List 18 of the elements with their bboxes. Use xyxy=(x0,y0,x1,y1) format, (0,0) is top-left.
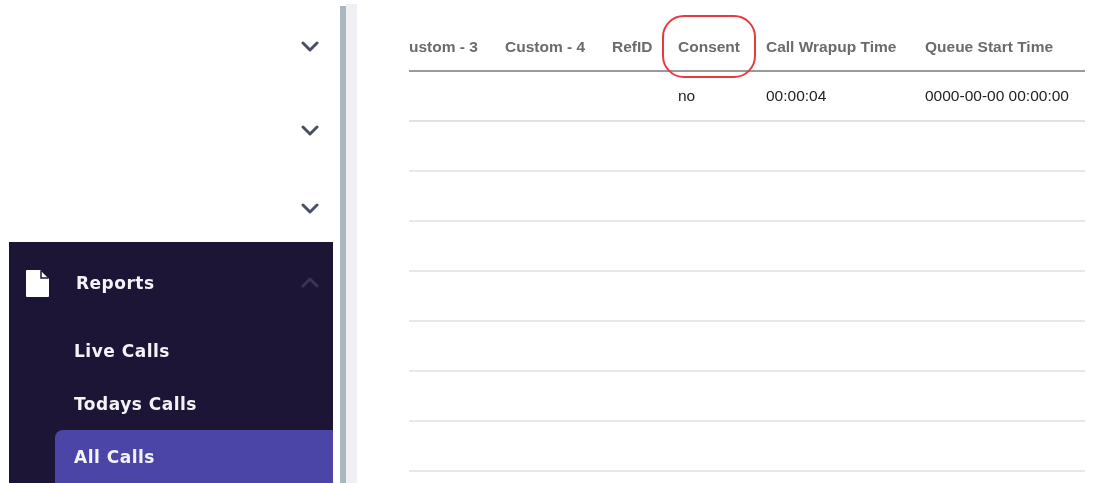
table-cell: 00:00:04 xyxy=(766,87,827,105)
column-header: Consent xyxy=(678,24,766,72)
document-icon xyxy=(25,268,50,298)
menu-label: Reports xyxy=(76,273,156,293)
column-header: RefID xyxy=(612,24,678,72)
column-header: Call Wrapup Time xyxy=(766,24,925,72)
scrollbar[interactable] xyxy=(340,6,346,483)
column-header: Custom - 4 xyxy=(505,24,612,72)
column-header: Queue Start Time xyxy=(925,24,1085,72)
submenu-item[interactable]: Live Calls xyxy=(55,324,333,377)
column-header: ustom - 3 xyxy=(409,24,505,72)
table-cell: 0000-00-00 00:00:00 xyxy=(925,87,1069,105)
table-cell: no xyxy=(678,87,696,105)
submenu-item[interactable]: Todays Calls xyxy=(55,377,333,430)
chevron-down-icon[interactable] xyxy=(301,202,319,215)
chevron-down-icon[interactable] xyxy=(301,40,319,53)
chevron-down-icon[interactable] xyxy=(301,124,319,137)
submenu-item[interactable]: All Calls xyxy=(55,430,333,483)
